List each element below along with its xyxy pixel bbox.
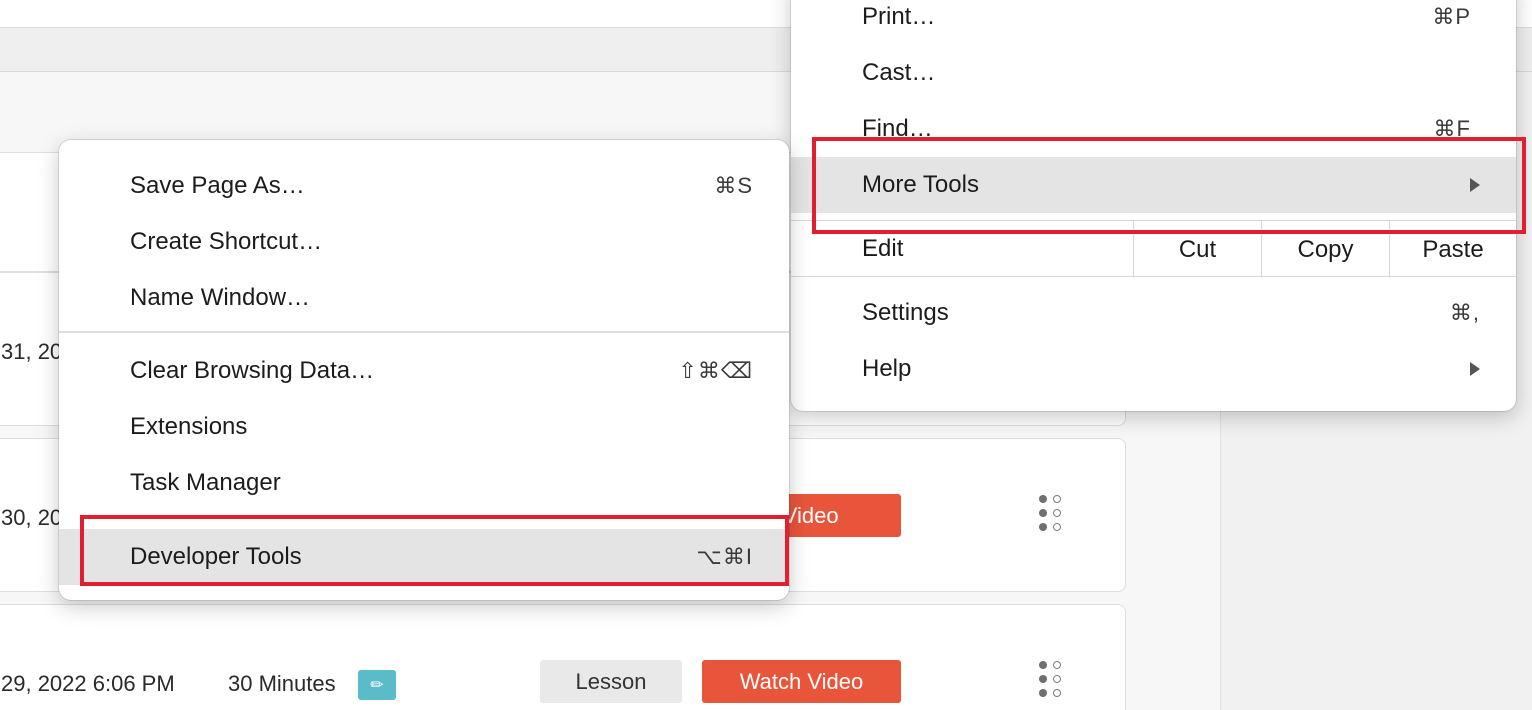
copy-button[interactable]: Copy [1261, 221, 1389, 278]
menu-item-task-manager[interactable]: Task Manager [59, 455, 789, 511]
edit-label: Edit [862, 235, 904, 262]
paste-button[interactable]: Paste [1389, 221, 1516, 278]
row-duration: 30 Minutes [228, 671, 336, 696]
cut-button[interactable]: Cut [1133, 221, 1261, 278]
shortcut-label: ⌘S [714, 173, 753, 198]
browser-menu: Print… ⌘P Cast… Find… ⌘F More Tools Edit… [791, 0, 1516, 411]
menu-item-save-page-as[interactable]: Save Page As… ⌘S [59, 158, 789, 214]
menu-separator [59, 331, 789, 333]
menu-item-print[interactable]: Print… ⌘P [791, 0, 1516, 45]
menu-item-help[interactable]: Help [791, 341, 1516, 397]
menu-item-create-shortcut[interactable]: Create Shortcut… [59, 214, 789, 270]
edit-row: Edit Cut Copy Paste [791, 220, 1516, 278]
submenu-arrow-icon [1470, 362, 1480, 376]
more-options-icon[interactable] [1039, 661, 1065, 701]
more-tools-submenu: Save Page As… ⌘S Create Shortcut… Name W… [59, 140, 789, 600]
more-options-icon[interactable] [1039, 495, 1065, 535]
submenu-arrow-icon [1470, 178, 1480, 192]
menu-item-more-tools[interactable]: More Tools [791, 157, 1516, 213]
menu-item-cast[interactable]: Cast… [791, 45, 1516, 101]
shortcut-label: ⌥⌘I [696, 544, 753, 569]
menu-item-developer-tools[interactable]: Developer Tools ⌥⌘I [59, 529, 789, 585]
list-item: 29, 2022 6:06 PM 30 Minutes ✏ Lesson Wat… [0, 604, 1126, 710]
menu-item-settings[interactable]: Settings ⌘, [791, 285, 1516, 341]
menu-item-name-window[interactable]: Name Window… [59, 270, 789, 326]
shortcut-label: ⌘, [1449, 300, 1480, 325]
pencil-icon[interactable]: ✏ [358, 670, 396, 700]
row-date: 31, 20 [1, 339, 63, 364]
menu-item-clear-browsing-data[interactable]: Clear Browsing Data… ⇧⌘⌫ [59, 343, 789, 399]
shortcut-label: ⇧⌘⌫ [678, 358, 753, 383]
watch-video-label: Watch Video [739, 668, 864, 694]
shortcut-label: ⌘P [1432, 4, 1471, 29]
lesson-button[interactable]: Lesson [540, 660, 682, 703]
menu-item-extensions[interactable]: Extensions [59, 399, 789, 455]
shortcut-label: ⌘F [1433, 116, 1471, 141]
lesson-label: Lesson [575, 668, 647, 694]
row-date: 30, 20 [1, 505, 63, 530]
row-date: 29, 2022 6:06 PM [1, 671, 175, 696]
menu-item-find[interactable]: Find… ⌘F [791, 101, 1516, 157]
watch-video-button[interactable]: Watch Video [702, 660, 901, 703]
